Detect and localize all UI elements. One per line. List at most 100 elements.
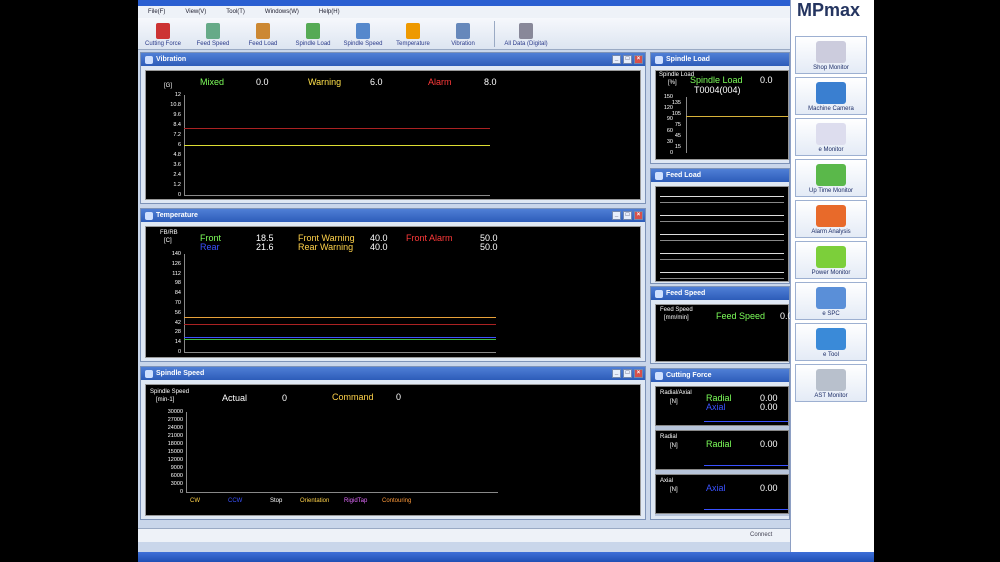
all-data-icon — [519, 23, 533, 39]
menu-item[interactable]: View(V) — [185, 9, 206, 15]
temperature-chart: FB/RB [C] Front 18.5 Rear 21.6 Front Warning 40… — [145, 226, 641, 358]
toolbar-button-temperature[interactable]: Temperature — [388, 18, 438, 50]
y-tick-label: 15000 — [167, 449, 183, 455]
y-tick-label: 14 — [174, 339, 181, 346]
power-monitor-icon — [816, 246, 846, 268]
launcher-e-tool[interactable]: e Tool — [795, 323, 867, 361]
launcher-ast-monitor[interactable]: AST Monitor — [795, 364, 867, 402]
launcher-up-time-monitor[interactable]: Up Time Monitor — [795, 159, 867, 197]
minimize-button[interactable]: _ — [612, 369, 621, 378]
feed-load-bar — [660, 272, 784, 273]
y-tick-label: 7.2 — [173, 132, 181, 138]
close-button[interactable]: × — [634, 55, 643, 64]
feed-load-bar — [660, 196, 784, 197]
y-tick-label: 0 — [669, 150, 673, 156]
alarm-label: Alarm — [428, 77, 452, 87]
toolbar-button-spindle-load[interactable]: Spindle Load — [288, 18, 338, 50]
command-label: Command — [332, 392, 374, 402]
app-window: File(F) View(V) Tool(T) Windows(W) Help(H) C… — [138, 0, 874, 562]
launcher-label: Power Monitor — [811, 270, 851, 276]
force-name: Radial — [706, 439, 732, 449]
toolbar-button-feed-load[interactable]: Feed Load — [238, 18, 288, 50]
unit-label: [G] — [164, 83, 173, 89]
command-value: 0 — [396, 392, 402, 402]
feed-load-axis-row — [660, 248, 784, 260]
cutting-force-icon — [156, 23, 170, 39]
rear-value: 21.6 — [256, 242, 274, 252]
y-tick-label: 10.8 — [170, 102, 181, 108]
y-tick-label: 6 — [177, 142, 181, 148]
panel-title: Spindle Load — [666, 56, 710, 63]
panel-title: Spindle Speed — [156, 370, 205, 377]
y-tick-label: 24000 — [167, 425, 183, 431]
brand-logo: MPmax — [797, 0, 861, 20]
cutting-force-group: Radial/Axial [N] Radial 0.00 Axial 0.00 — [655, 386, 789, 426]
launcher-label: e Monitor — [818, 147, 844, 153]
menu-item[interactable]: Tool(T) — [226, 9, 245, 15]
menu-item[interactable]: Help(H) — [319, 9, 340, 15]
y-tick-label: 18000 — [167, 441, 183, 447]
launcher-machine-camera[interactable]: Machine Camera — [795, 77, 867, 115]
legend-item: Contouring — [382, 498, 412, 504]
toolbar-button-vibration[interactable]: Vibration — [438, 18, 488, 50]
restore-button[interactable]: □ — [623, 55, 632, 64]
launcher-label: Alarm Analysis — [811, 229, 851, 235]
y-tick-label: 30000 — [167, 409, 183, 415]
launcher-shop-monitor[interactable]: Shop Monitor — [795, 36, 867, 74]
temperature-panel: Temperature _ □ × FB/RB [C] Front 18.5 Rear 21.… — [140, 208, 646, 362]
menu-bar: File(F) View(V) Tool(T) Windows(W) Help(H) — [138, 6, 790, 18]
restore-button[interactable]: □ — [623, 369, 632, 378]
y-tick-label: 28 — [174, 329, 181, 336]
axis-label: Spindle Load — [659, 72, 695, 78]
unit-label: [%] — [668, 80, 677, 86]
restore-button[interactable]: □ — [623, 211, 632, 220]
up-time-monitor-icon — [816, 164, 846, 186]
ast-monitor-icon — [816, 369, 846, 391]
legend-item: CW — [190, 498, 200, 504]
feed-load-bar — [660, 215, 784, 216]
cutting-force-panel: Cutting Force Radial/Axial [N] Radial 0.00 A… — [650, 368, 790, 520]
x-axis — [186, 492, 498, 493]
spindle-load-label: Spindle Load — [690, 75, 743, 85]
toolbar-button-spindle-speed[interactable]: Spindle Speed — [338, 18, 388, 50]
temperature-icon — [406, 23, 420, 39]
minimize-button[interactable]: _ — [612, 211, 621, 220]
launcher-label: Shop Monitor — [813, 65, 849, 71]
launcher-label: Up Time Monitor — [808, 188, 853, 194]
shop-monitor-icon — [816, 41, 846, 63]
panel-title: Vibration — [156, 56, 187, 63]
launcher-alarm-analysis[interactable]: Alarm Analysis — [795, 200, 867, 238]
toolbar: Cutting Force Feed Speed Feed Load Spindle … — [138, 18, 790, 50]
y-tick-label: 0 — [177, 192, 181, 198]
cutting-force-group: Radial [N] Radial 0.00 — [655, 430, 789, 470]
toolbar-button-cutting-force[interactable]: Cutting Force — [138, 18, 188, 50]
actual-value: 0 — [282, 393, 288, 403]
y-tick-label: 6000 — [170, 473, 183, 479]
launcher-power-monitor[interactable]: Power Monitor — [795, 241, 867, 279]
toolbar-button-all-data[interactable]: All Data (Digital) — [501, 18, 551, 50]
warning-line — [184, 145, 490, 146]
force-name: Axial — [706, 483, 726, 493]
spindle-speed-icon — [356, 23, 370, 39]
minimize-button[interactable]: _ — [612, 55, 621, 64]
feed-speed-label: Feed Speed — [716, 311, 766, 321]
launcher-e-spc[interactable]: e SPC — [795, 282, 867, 320]
launcher-label: Machine Camera — [808, 106, 854, 112]
toolbar-button-label: Feed Load — [248, 41, 278, 47]
spindle-load-panel: Spindle Load Spindle Load [%] Spindle Load… — [650, 52, 790, 164]
launcher-e-monitor[interactable]: e Monitor — [795, 118, 867, 156]
toolbar-button-label: Spindle Load — [295, 41, 331, 47]
spindle-speed-chart: Spindle Speed [min-1] Actual 0 Command 0 30000… — [145, 384, 641, 516]
toolbar-button-feed-speed[interactable]: Feed Speed — [188, 18, 238, 50]
unit-label: [C] — [164, 238, 172, 244]
machine-camera-icon — [816, 82, 846, 104]
alarm-line — [184, 128, 490, 130]
toolbar-button-label: Temperature — [396, 41, 430, 47]
close-button[interactable]: × — [634, 369, 643, 378]
close-button[interactable]: × — [634, 211, 643, 220]
feed-speed-panel: Feed Speed Feed Speed [mm/min] Feed Speed 0… — [650, 286, 793, 364]
menu-item[interactable]: File(F) — [148, 9, 165, 15]
menu-item[interactable]: Windows(W) — [265, 9, 299, 15]
axis-label: FB/RB — [160, 230, 178, 236]
spindle-speed-icon — [145, 369, 153, 378]
